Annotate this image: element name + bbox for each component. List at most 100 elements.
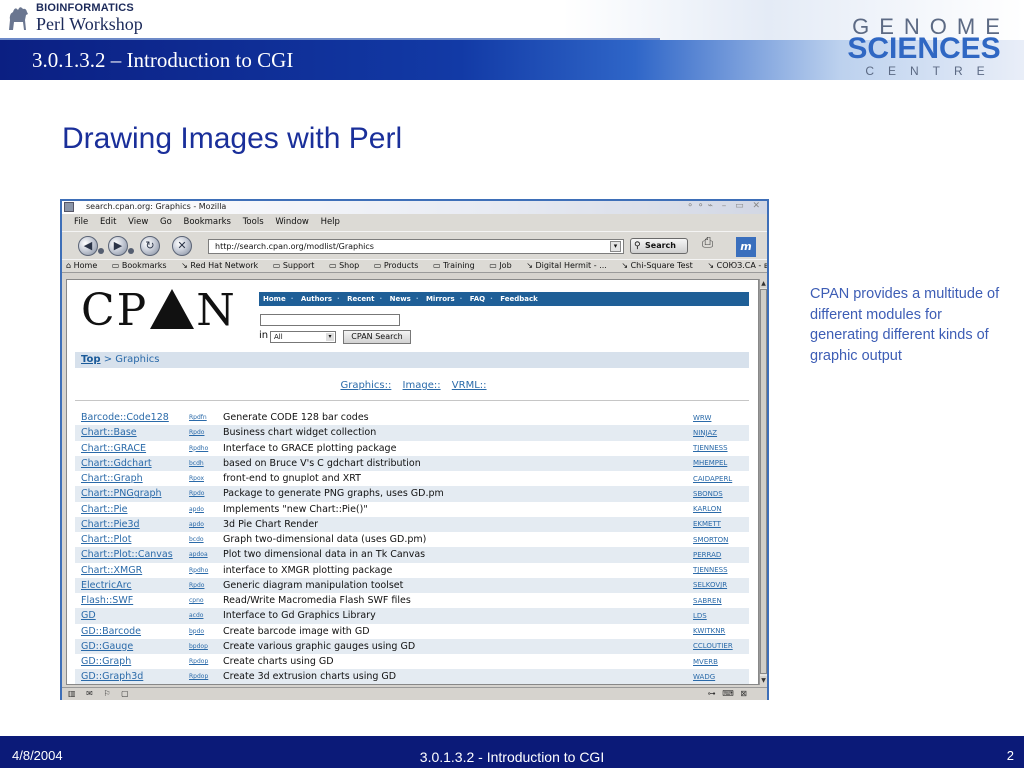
module-dsli[interactable]: bpdo bbox=[183, 624, 217, 639]
cpan-nav-recent[interactable]: Recent bbox=[347, 295, 374, 303]
module-dsli[interactable]: apdo bbox=[183, 502, 217, 517]
cpan-nav-feedback[interactable]: Feedback bbox=[500, 295, 538, 303]
print-icon[interactable]: ⎙ bbox=[702, 235, 722, 255]
bookmark-chi-square[interactable]: ↘ Chi-Square Test bbox=[621, 261, 698, 270]
back-icon[interactable]: ◀ bbox=[78, 236, 98, 256]
menu-help[interactable]: Help bbox=[321, 217, 340, 227]
module-author-link[interactable]: SBONDS bbox=[687, 486, 749, 502]
category-graphics-link[interactable]: Graphics:: bbox=[340, 380, 391, 391]
status-icons-left[interactable]: ▥ ✉ ⚐ ▢ bbox=[68, 689, 133, 698]
menu-go[interactable]: Go bbox=[160, 217, 172, 227]
cpan-nav-news[interactable]: News bbox=[390, 295, 411, 303]
back-history-icon[interactable] bbox=[98, 248, 104, 254]
module-name-link[interactable]: GD bbox=[75, 608, 183, 624]
menu-tools[interactable]: Tools bbox=[243, 217, 264, 227]
url-history-dropdown-icon[interactable]: ▾ bbox=[610, 241, 621, 252]
menu-window[interactable]: Window bbox=[275, 217, 309, 227]
module-author-link[interactable]: NINJAZ bbox=[687, 425, 749, 441]
module-dsli[interactable]: bcdh bbox=[183, 455, 217, 471]
module-name-link[interactable]: Chart::Graph bbox=[75, 471, 183, 486]
module-author-link[interactable]: SELKOVJR bbox=[687, 577, 749, 593]
category-image-link[interactable]: Image:: bbox=[403, 380, 441, 391]
module-name-link[interactable]: Chart::Plot bbox=[75, 532, 183, 547]
module-author-link[interactable]: SABREN bbox=[687, 593, 749, 608]
cpan-scope-select[interactable]: All ▾ bbox=[270, 331, 336, 343]
module-author-link[interactable]: PERRAD bbox=[687, 547, 749, 563]
cpan-logo[interactable]: CP N bbox=[81, 286, 259, 338]
bookmark-training[interactable]: ▭ Training bbox=[433, 261, 481, 270]
menu-bookmarks[interactable]: Bookmarks bbox=[183, 217, 231, 227]
bookmark-digital-hermit[interactable]: ↘ Digital Hermit - ... bbox=[526, 261, 613, 270]
module-dsli[interactable]: bcdo bbox=[183, 532, 217, 547]
bookmark-shop[interactable]: ▭ Shop bbox=[329, 261, 365, 270]
module-author-link[interactable]: SMORTON bbox=[687, 532, 749, 547]
module-dsli[interactable]: Rpdop bbox=[183, 654, 217, 669]
module-author-link[interactable]: CCLOUTIER bbox=[687, 638, 749, 654]
module-dsli[interactable]: Rpdfn bbox=[183, 410, 217, 425]
url-input[interactable]: http://search.cpan.org/modlist/Graphics … bbox=[208, 239, 624, 254]
module-name-link[interactable]: GD::Graph bbox=[75, 654, 183, 669]
module-author-link[interactable]: KWITKNR bbox=[687, 624, 749, 639]
module-dsli[interactable]: apdo bbox=[183, 516, 217, 532]
vertical-scrollbar[interactable]: ▲ ▼ bbox=[759, 279, 767, 685]
module-dsli[interactable]: Rpdo bbox=[183, 425, 217, 441]
module-author-link[interactable]: MHEMPEL bbox=[687, 455, 749, 471]
forward-history-icon[interactable] bbox=[128, 248, 134, 254]
module-dsli[interactable]: Rpdho bbox=[183, 441, 217, 456]
module-dsli[interactable]: Rpdo bbox=[183, 577, 217, 593]
module-name-link[interactable]: Chart::GRACE bbox=[75, 441, 183, 456]
cpan-search-button[interactable]: CPAN Search bbox=[343, 330, 411, 344]
search-button[interactable]: ⚲ Search bbox=[630, 238, 688, 254]
module-name-link[interactable]: Flash::SWF bbox=[75, 593, 183, 608]
bookmark-bookmarks[interactable]: ▭ Bookmarks bbox=[112, 261, 173, 270]
category-vrml-link[interactable]: VRML:: bbox=[452, 380, 487, 391]
bookmark-products[interactable]: ▭ Products bbox=[374, 261, 425, 270]
module-name-link[interactable]: Chart::Gdchart bbox=[75, 455, 183, 471]
module-name-link[interactable]: Barcode::Code128 bbox=[75, 410, 183, 425]
bookmark-home[interactable]: ⌂ Home bbox=[66, 261, 103, 270]
module-author-link[interactable]: TJENNESS bbox=[687, 441, 749, 456]
bookmark-redhat[interactable]: ↘ Red Hat Network bbox=[181, 261, 264, 270]
module-name-link[interactable]: GD::Gauge bbox=[75, 638, 183, 654]
scroll-down-icon[interactable]: ▼ bbox=[760, 676, 767, 685]
forward-icon[interactable]: ▶ bbox=[108, 236, 128, 256]
menu-file[interactable]: File bbox=[74, 217, 88, 227]
module-dsli[interactable]: cpno bbox=[183, 593, 217, 608]
module-author-link[interactable]: WADG bbox=[687, 669, 749, 684]
module-dsli[interactable]: Rpdho bbox=[183, 563, 217, 578]
bookmark-support[interactable]: ▭ Support bbox=[273, 261, 321, 270]
module-name-link[interactable]: Chart::Base bbox=[75, 425, 183, 441]
module-author-link[interactable]: KARLON bbox=[687, 502, 749, 517]
bookmark-job[interactable]: ▭ Job bbox=[489, 261, 517, 270]
mozilla-throbber-icon[interactable]: m bbox=[736, 237, 756, 257]
module-author-link[interactable]: CAIDAPERL bbox=[687, 471, 749, 486]
cpan-nav-faq[interactable]: FAQ bbox=[470, 295, 485, 303]
module-dsli[interactable]: Rpox bbox=[183, 471, 217, 486]
module-name-link[interactable]: ElectricArc bbox=[75, 577, 183, 593]
scrollbar-thumb[interactable] bbox=[760, 289, 767, 674]
menu-view[interactable]: View bbox=[128, 217, 148, 227]
module-name-link[interactable]: Chart::XMGR bbox=[75, 563, 183, 578]
module-name-link[interactable]: Chart::PNGgraph bbox=[75, 486, 183, 502]
stop-icon[interactable]: ✕ bbox=[172, 236, 192, 256]
module-name-link[interactable]: GD::Graph3d bbox=[75, 669, 183, 684]
breadcrumb-top-link[interactable]: Top bbox=[81, 354, 101, 365]
module-name-link[interactable]: Chart::Pie bbox=[75, 502, 183, 517]
reload-icon[interactable]: ↻ bbox=[140, 236, 160, 256]
module-dsli[interactable]: bpdop bbox=[183, 638, 217, 654]
module-author-link[interactable]: LDS bbox=[687, 608, 749, 624]
module-author-link[interactable]: WRW bbox=[687, 410, 749, 425]
bookmark-soyuz[interactable]: ↘ СОЮЗ.СА - вс... bbox=[707, 261, 767, 270]
scroll-up-icon[interactable]: ▲ bbox=[760, 279, 767, 288]
module-name-link[interactable]: GD::Barcode bbox=[75, 624, 183, 639]
module-author-link[interactable]: MVERB bbox=[687, 654, 749, 669]
window-controls[interactable]: ⚬⚬⌁ – ▭ ✕ bbox=[686, 201, 763, 211]
module-author-link[interactable]: EKMETT bbox=[687, 516, 749, 532]
module-dsli[interactable]: apdoa bbox=[183, 547, 217, 563]
module-dsli[interactable]: acdo bbox=[183, 608, 217, 624]
cpan-nav-home[interactable]: Home bbox=[263, 295, 286, 303]
module-dsli[interactable]: Rpdo bbox=[183, 486, 217, 502]
module-name-link[interactable]: Chart::Plot::Canvas bbox=[75, 547, 183, 563]
menu-edit[interactable]: Edit bbox=[100, 217, 116, 227]
module-name-link[interactable]: Chart::Pie3d bbox=[75, 516, 183, 532]
